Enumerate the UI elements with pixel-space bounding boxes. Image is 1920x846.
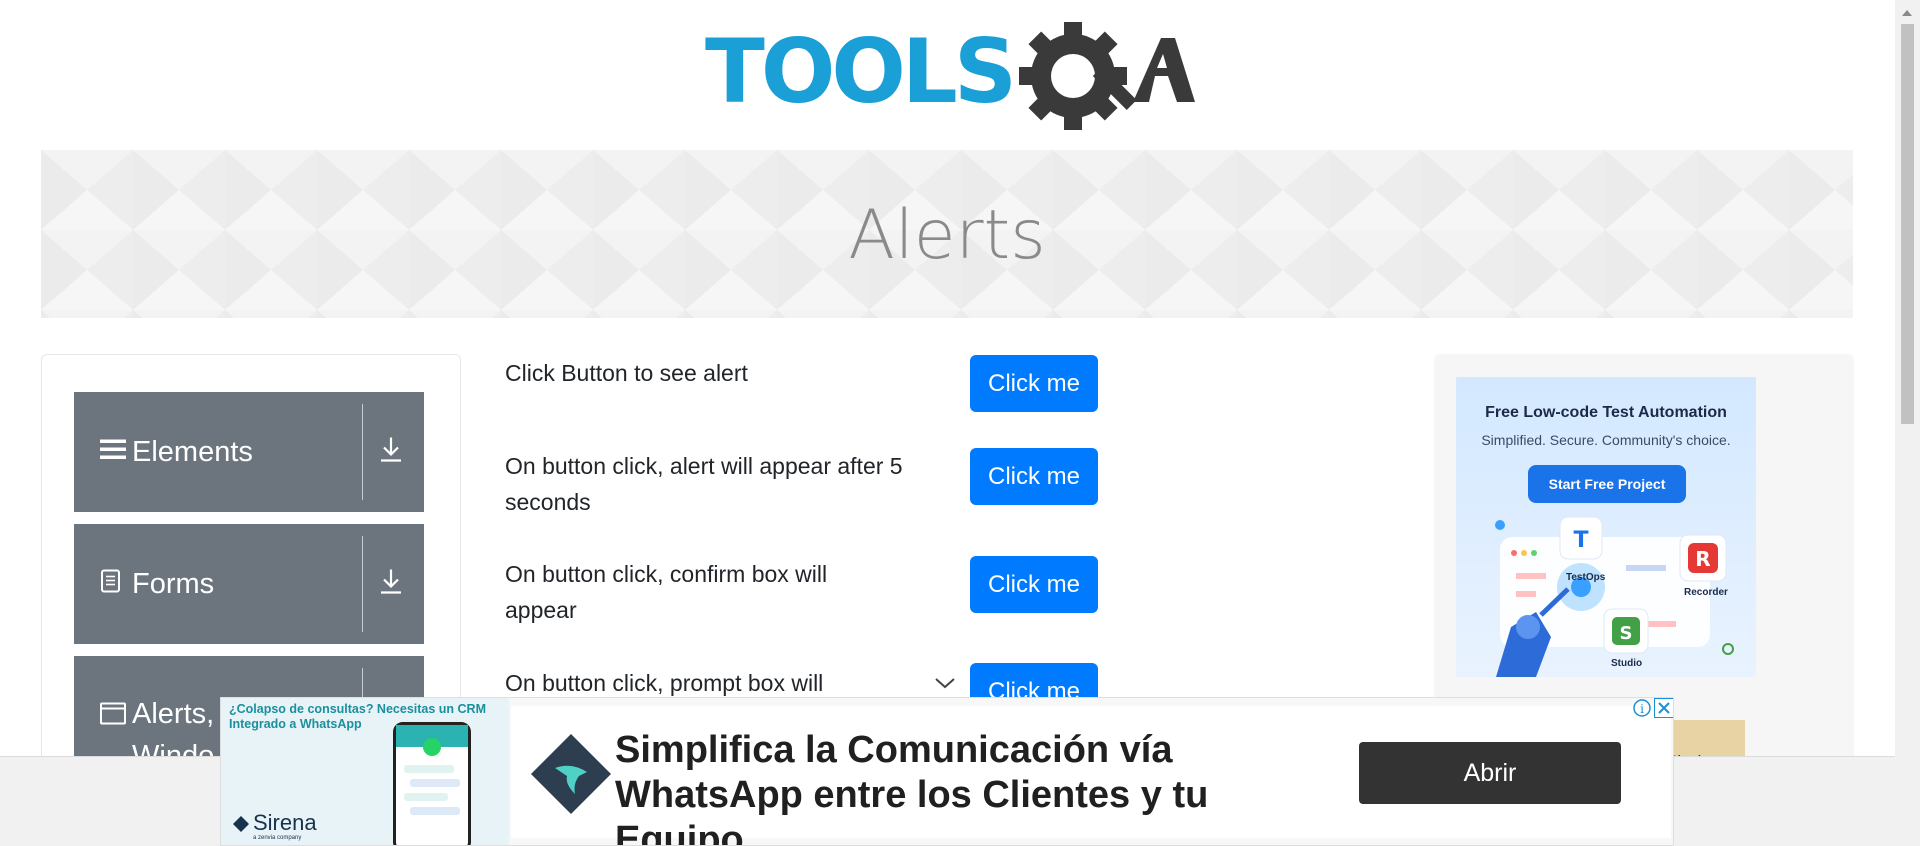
scrollbar-thumb[interactable] [1901,24,1914,424]
bottom-ad-brand-sub: a zenvia company [253,835,302,841]
hamburger-icon [100,438,126,467]
document-icon [100,569,122,599]
download-arrow-icon [379,436,403,469]
group-label-elements: Elements [132,436,253,468]
alert-row-text-4: On button click, prompt box will [505,670,824,696]
svg-text:T: T [1573,528,1588,553]
alert-button[interactable]: Click me [970,355,1098,412]
group-label-forms: Forms [132,568,215,600]
timer-alert-button[interactable]: Click me [970,448,1098,505]
page-title: Alerts [848,196,1046,275]
svg-text:S: S [1620,623,1633,644]
group-elements[interactable]: Elements [74,392,424,512]
group-divider [362,404,363,500]
bottom-ad-brand: Sirena [253,810,317,835]
page-banner: Alerts [41,150,1853,318]
right-ad-label-testops: TestOps [1566,572,1606,583]
svg-text:TOOLS: TOOLS [705,20,1013,123]
right-ad-label-studio: Studio [1611,658,1643,669]
ad-info-icon[interactable]: i [1632,698,1652,718]
right-ad-banner[interactable]: Free Low-code Test Automation Simplified… [1456,377,1756,677]
group-forms[interactable]: Forms [74,524,424,644]
toolsqa-logo[interactable]: TOOLS [705,20,1195,138]
phone-illustration [393,722,471,845]
bottom-ad-main[interactable]: Simplifica la Comunicación vía WhatsApp … [511,706,1671,845]
confirm-button[interactable]: Click me [970,556,1098,613]
alert-row-text-1: Click Button to see alert [505,360,748,386]
bottom-ad-banner[interactable]: ¿Colapso de consultas? Necesitas un CRM … [220,697,1674,846]
right-ad-label-recorder: Recorder [1684,587,1728,598]
group-divider [362,536,363,632]
svg-text:R: R [1695,547,1710,571]
whatsapp-icon [396,725,468,815]
svg-text:i: i [1640,702,1644,716]
download-arrow-icon [379,568,403,601]
alert-row-text-2: On button click, alert will appear after… [505,453,903,515]
bottom-ad-left-creative[interactable]: ¿Colapso de consultas? Necesitas un CRM … [221,698,509,845]
bottom-ad-headline: Simplifica la Comunicación vía WhatsApp … [615,729,1209,846]
close-ad-icon[interactable] [1654,698,1673,718]
sirena-logo-icon [233,816,249,837]
group-label-alerts: Alerts, [132,698,215,730]
logo-graphic: TOOLS [705,20,1195,130]
chevron-down-icon[interactable] [934,676,956,695]
window-icon [100,702,126,730]
scroll-up-icon[interactable] [1895,4,1920,24]
alert-row-text-3: On button click, confirm box will appear [505,561,828,623]
open-button[interactable]: Abrir [1359,742,1621,804]
sirena-diamond-icon [529,732,613,821]
right-ad-illustration: T R S [1495,516,1734,677]
